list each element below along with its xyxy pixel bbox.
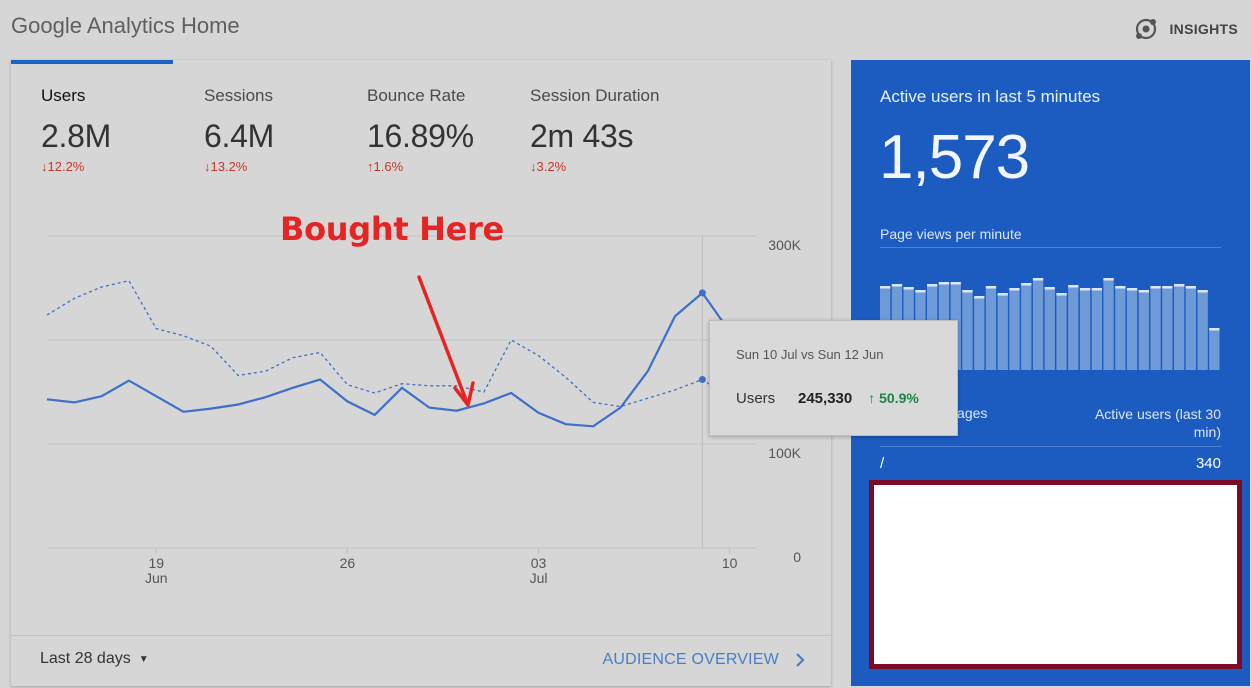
- page-view-bar: [1079, 288, 1091, 370]
- page-view-bar-cap: [1044, 287, 1055, 290]
- date-range-dropdown[interactable]: Last 28 days ▼: [40, 650, 149, 668]
- page-view-bar-cap: [903, 287, 914, 290]
- current-period-line: [46, 291, 758, 428]
- page-view-bar-cap: [1115, 286, 1126, 289]
- redaction-box: [869, 480, 1242, 669]
- page-view-bar-cap: [950, 282, 961, 285]
- top-page-row[interactable]: / 340: [880, 455, 1221, 472]
- insights-icon: [1136, 18, 1157, 40]
- x-tick-month-label: Jul: [530, 570, 548, 586]
- page-view-bar-cap: [927, 284, 938, 287]
- tooltip-row: Users 245,330 ↑ 50.9%: [736, 390, 919, 407]
- page-view-bar: [962, 290, 973, 370]
- hover-point: [698, 376, 706, 384]
- page-view-bar-cap: [1126, 288, 1138, 291]
- page-view-bar-cap: [938, 282, 950, 285]
- page-view-bar-cap: [1197, 290, 1208, 293]
- audience-overview-label: AUDIENCE OVERVIEW: [602, 651, 779, 668]
- page-view-bar-cap: [1021, 283, 1032, 286]
- page-view-bar: [1032, 278, 1044, 370]
- divider: [880, 247, 1221, 248]
- page-view-bar-cap: [997, 293, 1008, 296]
- active-users-column-header: Active users (last 30 min): [1094, 406, 1221, 440]
- divider: [880, 446, 1221, 447]
- page-view-bar: [1091, 288, 1102, 370]
- page-view-bar: [1009, 288, 1020, 370]
- page-view-bar: [1150, 286, 1161, 370]
- chart-tooltip: Sun 10 Jul vs Sun 12 Jun Users 245,330 ↑…: [709, 320, 958, 436]
- page-view-bar: [1044, 287, 1055, 370]
- tooltip-value: 245,330: [798, 390, 853, 407]
- chevron-right-icon: [796, 653, 805, 667]
- page-view-bar-cap: [1209, 328, 1220, 331]
- page-view-bar-cap: [1185, 286, 1196, 289]
- page-view-bar-cap: [1079, 288, 1091, 291]
- page-view-bar-cap: [1009, 288, 1020, 291]
- page-view-bar-cap: [880, 286, 891, 289]
- date-range-label: Last 28 days: [40, 650, 131, 667]
- page-view-bar: [997, 293, 1008, 370]
- page-view-bar: [1197, 290, 1208, 370]
- page-view-bar-cap: [915, 290, 926, 293]
- annotation-label: Bought Here: [280, 210, 504, 248]
- page-view-bar: [1103, 278, 1114, 370]
- hover-point: [698, 289, 706, 297]
- users-line-chart: 300K 100K 0 19Jun 26 03Jul 10: [46, 235, 802, 586]
- y-tick-label: 100K: [768, 445, 801, 461]
- page-view-bar-cap: [1032, 278, 1044, 281]
- page-view-bar-cap: [1056, 293, 1067, 296]
- page-view-bar-cap: [1162, 286, 1173, 289]
- page-title: Google Analytics Home: [11, 13, 240, 38]
- caret-down-icon: ▼: [138, 653, 149, 665]
- page-view-bar-cap: [985, 286, 997, 289]
- insights-button[interactable]: INSIGHTS: [1133, 16, 1238, 42]
- audience-overview-link[interactable]: AUDIENCE OVERVIEW: [603, 651, 805, 669]
- page-view-bar: [1021, 283, 1032, 370]
- page-view-bar: [1126, 288, 1138, 370]
- page-active-users: 340: [1195, 455, 1221, 472]
- tooltip-date: Sun 10 Jul vs Sun 12 Jun: [736, 347, 884, 362]
- y-tick-label: 0: [793, 549, 801, 565]
- overview-card: Users 2.8M ↓12.2% Sessions 6.4M ↓13.2% B…: [11, 60, 831, 686]
- page-view-bar-cap: [1138, 290, 1149, 293]
- page-view-bar: [974, 296, 985, 370]
- x-tick-label: 26: [340, 555, 356, 571]
- annotation-arrow: [417, 275, 468, 402]
- page-path: /: [880, 455, 885, 472]
- y-tick-label: 300K: [768, 237, 801, 253]
- page-view-bar: [1056, 293, 1067, 370]
- x-tick-label: 03: [531, 555, 547, 571]
- page-view-bar-cap: [1091, 288, 1102, 291]
- arrow-up-icon: ↑: [868, 390, 880, 406]
- page-view-bar: [1174, 284, 1185, 370]
- realtime-title: Active users in last 5 minutes: [880, 87, 1101, 106]
- page-view-bar-cap: [1103, 278, 1114, 281]
- page-view-bar: [1138, 290, 1149, 370]
- page-view-bar-cap: [891, 284, 903, 287]
- tooltip-metric: Users: [736, 390, 776, 407]
- page-view-bar-cap: [974, 296, 985, 299]
- page-view-bar-cap: [1068, 285, 1079, 288]
- x-tick-label: 19: [148, 555, 164, 571]
- footer-divider: [11, 635, 831, 636]
- page-view-bar: [1162, 286, 1173, 370]
- page-view-bar: [1185, 286, 1196, 370]
- x-tick-label: 10: [722, 555, 738, 571]
- page-view-bar-cap: [1150, 286, 1161, 289]
- page-view-bar: [1209, 328, 1220, 370]
- page-view-bar-cap: [1174, 284, 1185, 287]
- x-tick-month-label: Jun: [145, 570, 168, 586]
- page-view-bar: [1115, 286, 1126, 370]
- insights-label: INSIGHTS: [1169, 21, 1238, 37]
- page-view-bar-cap: [962, 290, 973, 293]
- page-view-bar: [1068, 285, 1079, 370]
- page-views-label: Page views per minute: [880, 226, 1022, 242]
- tooltip-change: ↑ 50.9%: [868, 390, 919, 406]
- active-users-count: 1,573: [879, 123, 1030, 192]
- page-view-bar: [985, 286, 997, 370]
